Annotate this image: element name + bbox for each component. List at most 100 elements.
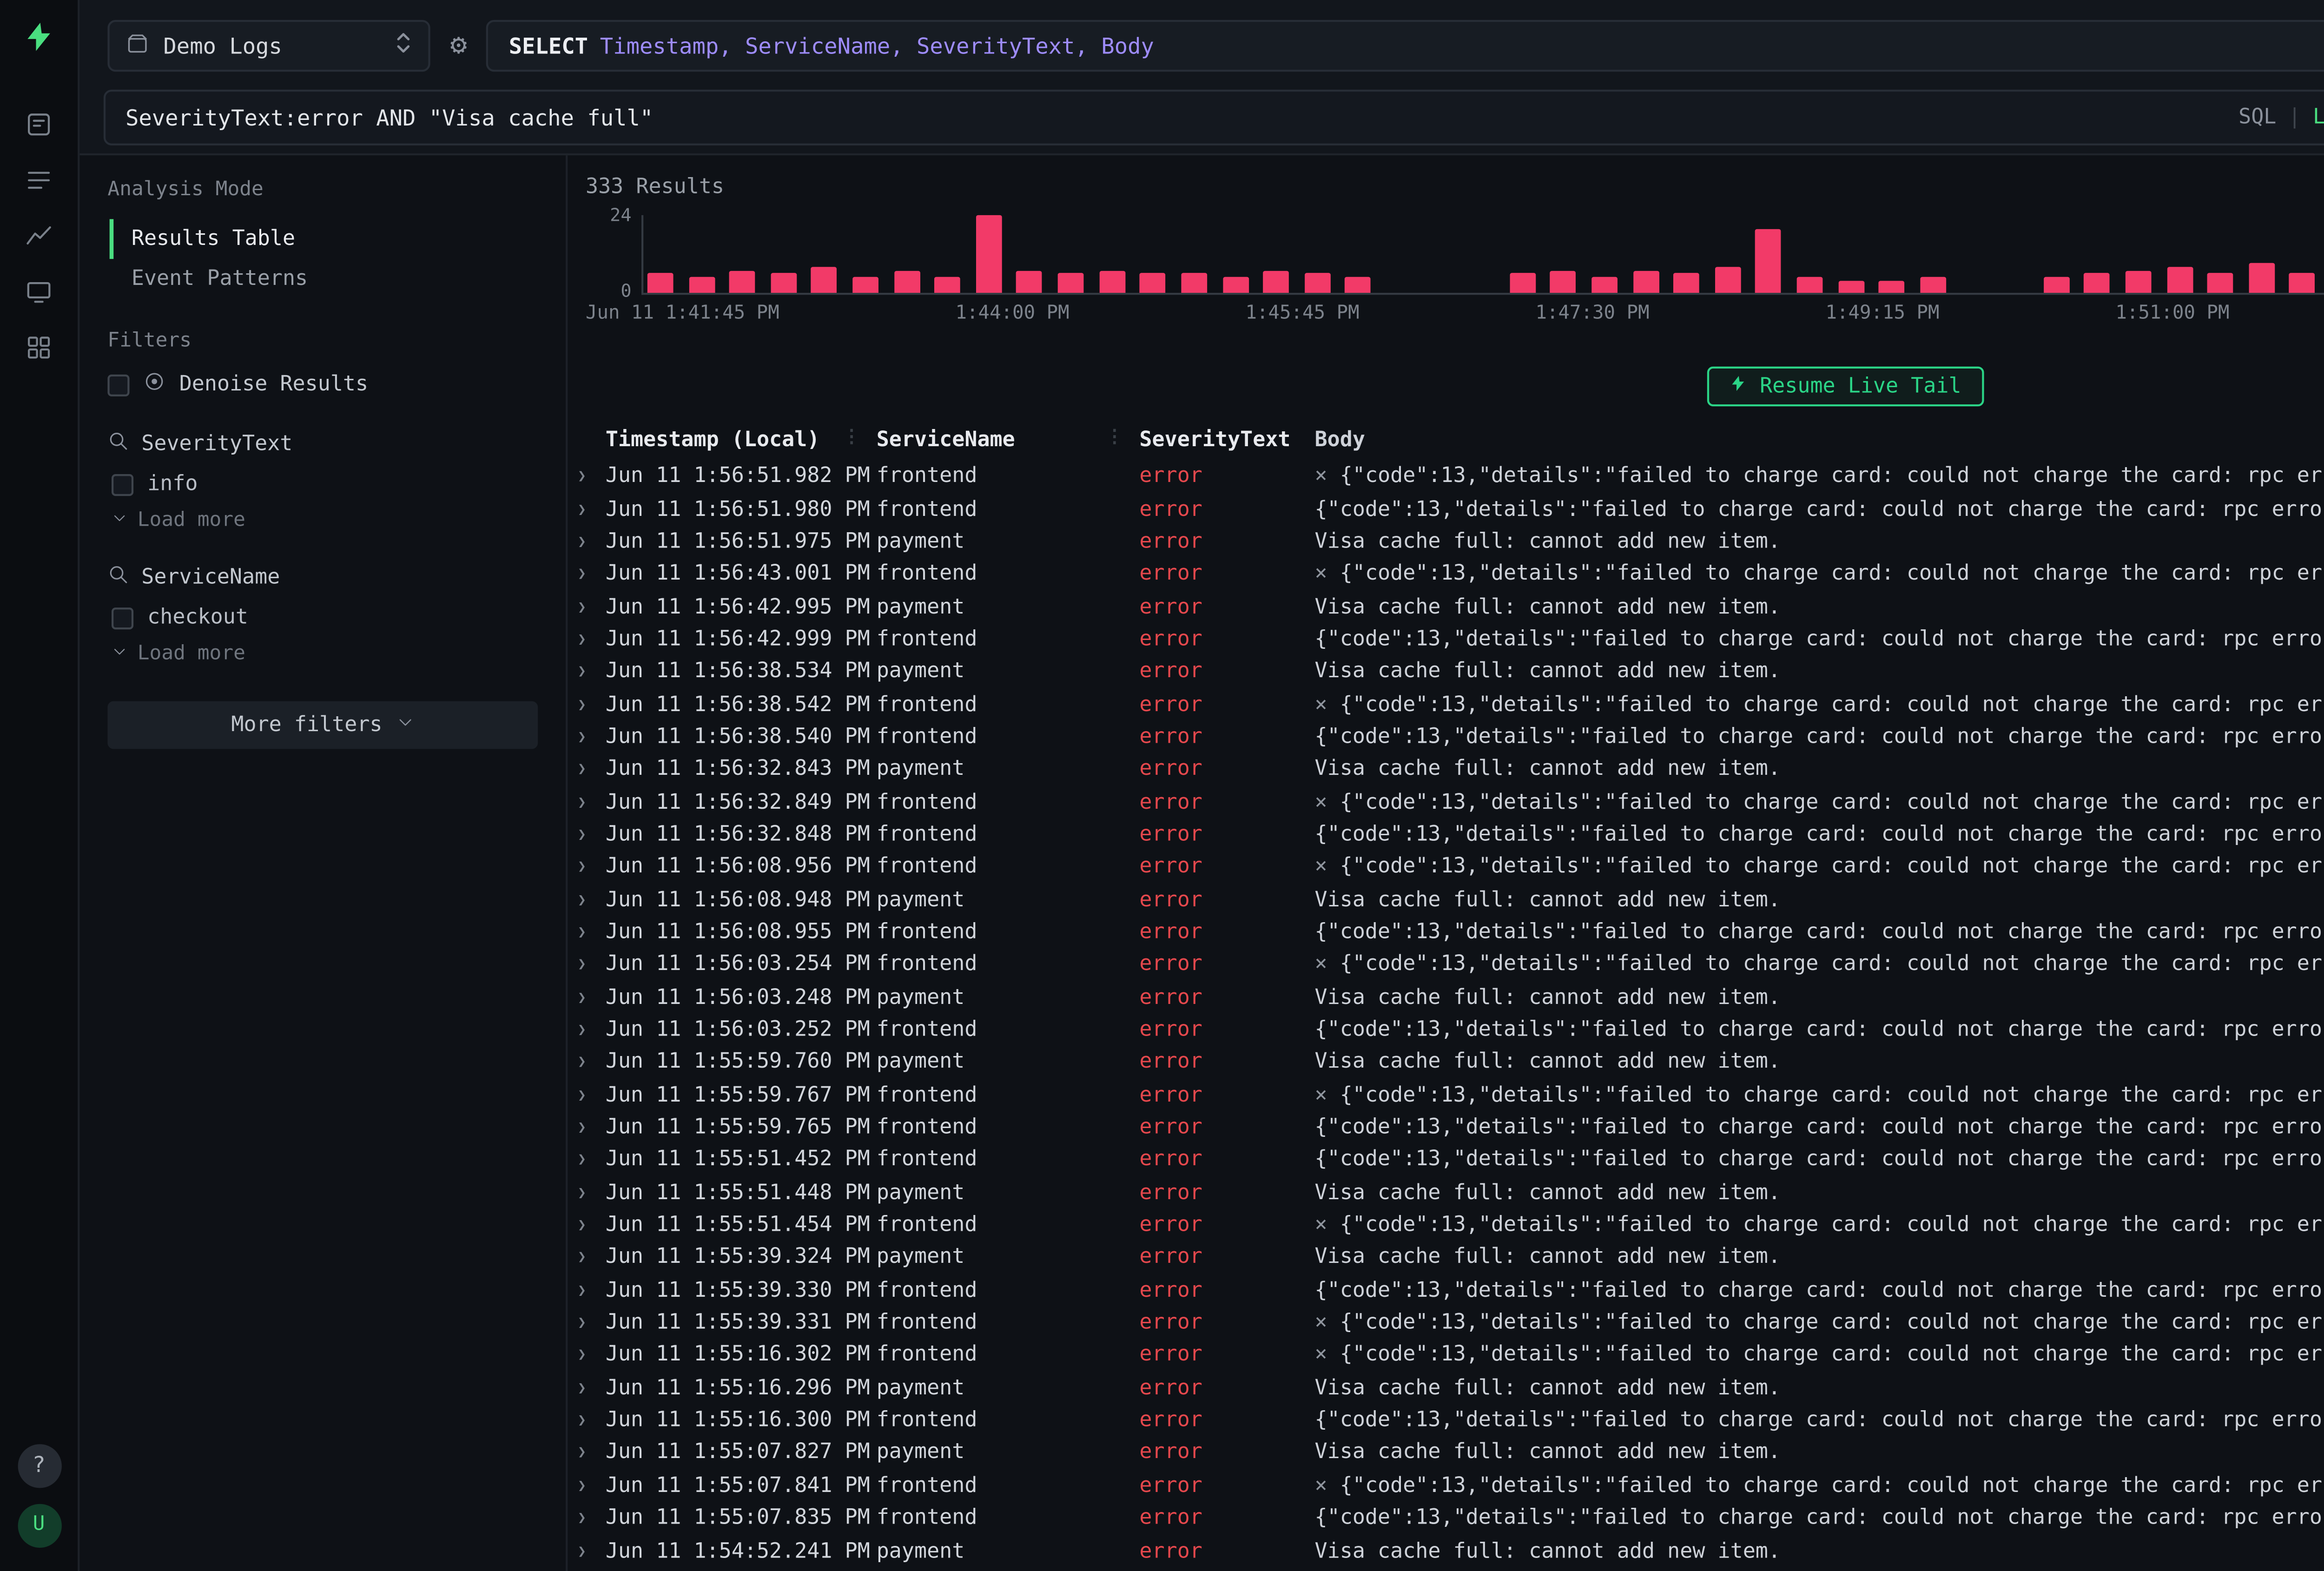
log-row[interactable]: ❯Jun 11 1:56:51.975 PMpaymenterrorVisa c… bbox=[578, 525, 2324, 558]
denoise-results-toggle[interactable]: Denoise Results bbox=[107, 370, 538, 398]
histogram-bar[interactable] bbox=[730, 270, 756, 293]
row-expand-chevron[interactable]: ❯ bbox=[578, 696, 606, 712]
histogram-bar[interactable] bbox=[2084, 273, 2110, 293]
histogram-bar[interactable] bbox=[771, 273, 797, 293]
histogram-bar[interactable] bbox=[1510, 273, 1536, 293]
row-expand-chevron[interactable]: ❯ bbox=[578, 794, 606, 810]
search-input[interactable]: SeverityText:error AND "Visa cache full"… bbox=[104, 90, 2324, 145]
nav-dashboards-icon[interactable] bbox=[24, 333, 53, 363]
log-row[interactable]: ❯Jun 11 1:56:42.999 PMfrontenderror{"cod… bbox=[578, 623, 2324, 655]
histogram-bar[interactable] bbox=[1017, 270, 1043, 293]
histogram-bar[interactable] bbox=[2290, 273, 2316, 293]
log-row[interactable]: ❯Jun 11 1:55:51.454 PMfrontenderror× {"c… bbox=[578, 1209, 2324, 1241]
histogram-bar[interactable] bbox=[812, 267, 838, 293]
log-row[interactable]: ❯Jun 11 1:56:51.980 PMfrontenderror{"cod… bbox=[578, 493, 2324, 525]
histogram-bar[interactable] bbox=[1797, 277, 1823, 293]
row-expand-chevron[interactable]: ❯ bbox=[578, 631, 606, 647]
histogram-bar[interactable] bbox=[1591, 277, 1618, 293]
mode-event-patterns[interactable]: Event Patterns bbox=[110, 259, 538, 299]
log-row[interactable]: ❯Jun 11 1:56:38.534 PMpaymenterrorVisa c… bbox=[578, 655, 2324, 688]
row-expand-chevron[interactable]: ❯ bbox=[578, 1478, 606, 1493]
log-row[interactable]: ❯Jun 11 1:55:39.331 PMfrontenderror× {"c… bbox=[578, 1307, 2324, 1339]
histogram-bar[interactable] bbox=[852, 277, 878, 293]
histogram-bar[interactable] bbox=[1633, 270, 1659, 293]
row-expand-chevron[interactable]: ❯ bbox=[578, 664, 606, 680]
user-avatar[interactable]: U bbox=[17, 1503, 60, 1547]
help-button[interactable]: ? bbox=[17, 1444, 60, 1487]
histogram-bar[interactable] bbox=[1222, 277, 1248, 293]
log-row[interactable]: ❯Jun 11 1:56:32.849 PMfrontenderror× {"c… bbox=[578, 786, 2324, 818]
nav-search-icon[interactable] bbox=[24, 110, 53, 139]
facet-option-info[interactable]: info bbox=[112, 472, 538, 496]
log-row[interactable]: ❯Jun 11 1:55:39.324 PMpaymenterrorVisa c… bbox=[578, 1241, 2324, 1274]
log-row[interactable]: ❯Jun 11 1:56:03.252 PMfrontenderror{"cod… bbox=[578, 1014, 2324, 1046]
row-expand-chevron[interactable]: ❯ bbox=[578, 1055, 606, 1070]
row-expand-chevron[interactable]: ❯ bbox=[578, 1445, 606, 1461]
row-expand-chevron[interactable]: ❯ bbox=[578, 1152, 606, 1168]
log-row[interactable]: ❯Jun 11 1:55:16.302 PMfrontenderror× {"c… bbox=[578, 1339, 2324, 1372]
histogram-bar[interactable] bbox=[1674, 273, 1700, 293]
row-expand-chevron[interactable]: ❯ bbox=[578, 1347, 606, 1363]
histogram-bar[interactable] bbox=[1345, 277, 1371, 293]
source-settings-gear-icon[interactable]: ⚙ bbox=[450, 32, 467, 60]
denoise-checkbox[interactable] bbox=[107, 374, 129, 396]
log-row[interactable]: ❯Jun 11 1:55:59.767 PMfrontenderror× {"c… bbox=[578, 1079, 2324, 1111]
histogram-bar[interactable] bbox=[1756, 228, 1782, 293]
histogram-bar[interactable] bbox=[2207, 273, 2233, 293]
row-expand-chevron[interactable]: ❯ bbox=[578, 1217, 606, 1233]
row-expand-chevron[interactable]: ❯ bbox=[578, 1543, 606, 1558]
histogram-bar[interactable] bbox=[2126, 270, 2152, 293]
log-row[interactable]: ❯Jun 11 1:55:07.827 PMpaymenterrorVisa c… bbox=[578, 1437, 2324, 1469]
resume-live-tail-button[interactable]: Resume Live Tail bbox=[1708, 367, 1983, 407]
row-expand-chevron[interactable]: ❯ bbox=[578, 1380, 606, 1396]
row-expand-chevron[interactable]: ❯ bbox=[578, 534, 606, 549]
column-severitytext[interactable]: SeverityText bbox=[1139, 428, 1290, 452]
row-expand-chevron[interactable]: ❯ bbox=[578, 1022, 606, 1038]
column-resize-handle[interactable]: ⋮ bbox=[843, 428, 861, 452]
histogram-bar[interactable] bbox=[1263, 270, 1289, 293]
row-expand-chevron[interactable]: ❯ bbox=[578, 501, 606, 517]
log-row[interactable]: ❯Jun 11 1:55:59.765 PMfrontenderror{"cod… bbox=[578, 1111, 2324, 1144]
mode-results-table[interactable]: Results Table bbox=[110, 219, 538, 259]
row-expand-chevron[interactable]: ❯ bbox=[578, 1315, 606, 1331]
histogram-bar[interactable] bbox=[894, 270, 920, 293]
histogram-bar[interactable] bbox=[1181, 273, 1207, 293]
row-expand-chevron[interactable]: ❯ bbox=[578, 599, 606, 614]
log-row[interactable]: ❯Jun 11 1:55:39.330 PMfrontenderror{"cod… bbox=[578, 1274, 2324, 1307]
column-timestamp[interactable]: Timestamp (Local) bbox=[606, 428, 820, 452]
row-expand-chevron[interactable]: ❯ bbox=[578, 469, 606, 484]
histogram-bar[interactable] bbox=[2166, 267, 2192, 293]
log-row[interactable]: ❯Jun 11 1:56:03.248 PMpaymenterrorVisa c… bbox=[578, 981, 2324, 1014]
row-expand-chevron[interactable]: ❯ bbox=[578, 957, 606, 973]
nav-chart-icon[interactable] bbox=[24, 221, 53, 251]
more-filters-button[interactable]: More filters bbox=[107, 701, 538, 749]
lang-lucene-toggle[interactable]: Lucene bbox=[2313, 106, 2324, 129]
log-row[interactable]: ❯Jun 11 1:56:03.254 PMfrontenderror× {"c… bbox=[578, 949, 2324, 981]
column-servicename[interactable]: ServiceName bbox=[877, 428, 1015, 452]
log-row[interactable]: ❯Jun 11 1:56:42.995 PMpaymenterrorVisa c… bbox=[578, 590, 2324, 623]
log-row[interactable]: ❯Jun 11 1:56:32.843 PMpaymenterrorVisa c… bbox=[578, 753, 2324, 786]
row-expand-chevron[interactable]: ❯ bbox=[578, 1120, 606, 1135]
histogram-bar[interactable] bbox=[935, 277, 961, 293]
histogram-bar[interactable] bbox=[2043, 277, 2069, 293]
source-select[interactable]: Demo Logs bbox=[107, 20, 430, 72]
facet-option-checkout-checkbox[interactable] bbox=[112, 607, 133, 628]
row-expand-chevron[interactable]: ❯ bbox=[578, 990, 606, 1005]
row-expand-chevron[interactable]: ❯ bbox=[578, 1413, 606, 1428]
histogram-bar[interactable] bbox=[647, 273, 673, 293]
hyperdx-logo-icon[interactable] bbox=[22, 20, 56, 54]
row-expand-chevron[interactable]: ❯ bbox=[578, 891, 606, 907]
log-row[interactable]: ❯Jun 11 1:56:08.956 PMfrontenderror× {"c… bbox=[578, 851, 2324, 884]
lang-sql-toggle[interactable]: SQL bbox=[2238, 106, 2276, 129]
log-row[interactable]: ❯Jun 11 1:56:32.848 PMfrontenderror{"cod… bbox=[578, 818, 2324, 851]
row-expand-chevron[interactable]: ❯ bbox=[578, 826, 606, 842]
nav-logs-icon[interactable] bbox=[24, 165, 53, 195]
facet-option-info-checkbox[interactable] bbox=[112, 473, 133, 495]
histogram-bar[interactable] bbox=[1715, 267, 1741, 293]
row-expand-chevron[interactable]: ❯ bbox=[578, 1510, 606, 1526]
row-expand-chevron[interactable]: ❯ bbox=[578, 1250, 606, 1266]
histogram-bar[interactable] bbox=[1879, 280, 1905, 293]
log-row[interactable]: ❯Jun 11 1:55:59.760 PMpaymenterrorVisa c… bbox=[578, 1046, 2324, 1079]
log-row[interactable]: ❯Jun 11 1:55:51.448 PMpaymenterrorVisa c… bbox=[578, 1176, 2324, 1209]
log-row[interactable]: ❯Jun 11 1:56:43.001 PMfrontenderror× {"c… bbox=[578, 558, 2324, 590]
